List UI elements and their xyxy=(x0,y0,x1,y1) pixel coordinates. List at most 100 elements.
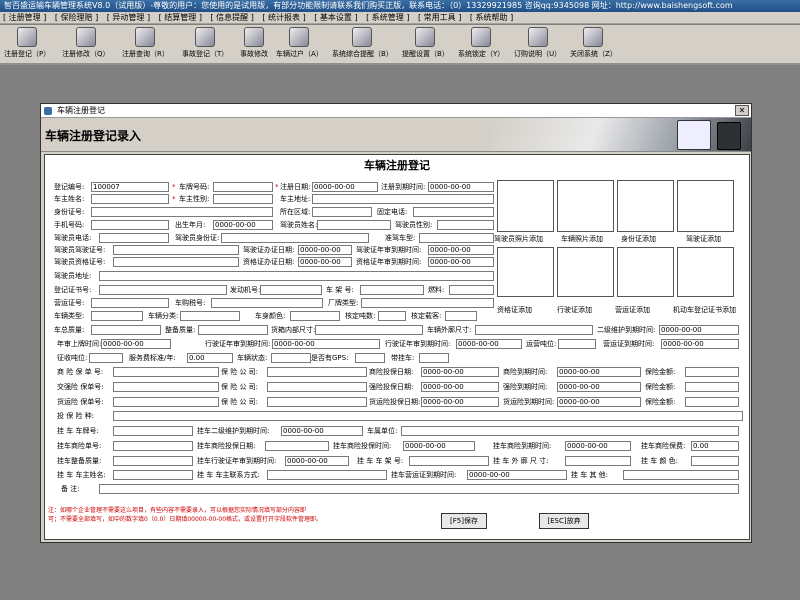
driving-license-photo-box[interactable] xyxy=(557,247,614,297)
edit-button[interactable]: 注册修改（Q） xyxy=(62,27,110,59)
tra-ins-input[interactable] xyxy=(113,382,219,392)
tr-com-input[interactable] xyxy=(113,441,193,451)
menu-report[interactable]: [ 统计报表 ] xyxy=(259,12,308,23)
drive-type-input[interactable] xyxy=(419,233,494,243)
driver-sex-input[interactable] xyxy=(437,220,494,230)
seats-input[interactable] xyxy=(445,311,477,321)
lock-button[interactable]: 系统锁定（Y） xyxy=(458,27,504,59)
phone-input[interactable] xyxy=(413,207,494,217)
plate-no-input[interactable] xyxy=(213,182,273,192)
order-button[interactable]: 订购说明（U） xyxy=(514,27,561,59)
reg-cert-photo-box[interactable] xyxy=(677,247,734,297)
frame-input[interactable] xyxy=(360,285,424,295)
transfer-button[interactable]: 车辆过户（A） xyxy=(276,27,323,59)
reg-expire-input[interactable]: 0000-00-00 xyxy=(428,182,494,192)
qual-add-link[interactable]: 资格证添加 xyxy=(497,306,532,315)
tr-color-input[interactable] xyxy=(691,456,739,466)
op-cert-photo-box[interactable] xyxy=(617,247,674,297)
tr-com-end-input[interactable]: 0000-00-00 xyxy=(565,441,631,451)
driver-name-input[interactable] xyxy=(317,220,391,230)
reg-cert-input[interactable] xyxy=(99,285,227,295)
settings-button[interactable]: 提醒设置（B） xyxy=(402,27,449,59)
menu-basic-settings[interactable]: [ 基本设置 ] xyxy=(311,12,360,23)
tonnage-input[interactable] xyxy=(378,311,406,321)
driving-license-add-link[interactable]: 行驶证添加 xyxy=(557,306,592,315)
tra-start-input[interactable]: 0000-00-00 xyxy=(421,382,499,392)
tr-plate-input[interactable] xyxy=(113,426,193,436)
status-input[interactable] xyxy=(271,353,311,363)
register-button[interactable]: 注册登记（P） xyxy=(4,27,50,59)
purchase-tax-input[interactable] xyxy=(211,298,323,308)
id-card-photo-box[interactable] xyxy=(617,180,674,232)
maint2-input[interactable]: 0000-00-00 xyxy=(659,325,739,335)
op-review-input[interactable]: 0000-00-00 xyxy=(272,339,380,349)
tr-com-start-input[interactable]: 0000-00-00 xyxy=(403,441,475,451)
driver-phone-input[interactable] xyxy=(99,233,169,243)
op-cert-input[interactable] xyxy=(91,298,169,308)
owner-sex-input[interactable] xyxy=(213,194,273,204)
menu-register[interactable]: [ 注册管理 ] xyxy=(0,12,49,23)
tr-op-expire-input[interactable]: 0000-00-00 xyxy=(467,470,567,480)
box-size-input[interactable] xyxy=(315,325,423,335)
fuel-input[interactable] xyxy=(449,285,494,295)
color-input[interactable] xyxy=(290,311,340,321)
birth-input[interactable]: 0000-00-00 xyxy=(213,220,273,230)
insurer2-input[interactable] xyxy=(267,382,367,392)
com-end-input[interactable]: 0000-00-00 xyxy=(557,367,641,377)
close-icon[interactable]: ✕ xyxy=(735,105,749,116)
op-review2-input[interactable]: 0000-00-00 xyxy=(456,339,522,349)
tra-end-input[interactable]: 0000-00-00 xyxy=(557,382,641,392)
tr-premium-input[interactable]: 0.00 xyxy=(691,441,739,451)
vehicle-type-input[interactable] xyxy=(91,311,143,321)
tr-owner-input[interactable] xyxy=(113,470,193,480)
transport-input[interactable] xyxy=(558,339,596,349)
reg-date-input[interactable]: 0000-00-00 xyxy=(312,182,378,192)
menu-tools[interactable]: [ 常用工具 ] xyxy=(415,12,464,23)
ins-type-select[interactable] xyxy=(113,411,743,421)
menu-insurance[interactable]: [ 保险理赔 ] xyxy=(52,12,101,23)
menu-system[interactable]: [ 系统管理 ] xyxy=(363,12,412,23)
close-system-button[interactable]: 关闭系统（Z） xyxy=(570,27,617,59)
insurer3-input[interactable] xyxy=(267,397,367,407)
reg-cert-add-link[interactable]: 机动车登记证书添加 xyxy=(673,306,736,315)
tr-review-input[interactable]: 0000-00-00 xyxy=(285,456,349,466)
save-button[interactable]: [F5]保存 xyxy=(441,513,487,529)
menu-help[interactable]: [ 系统帮助 ] xyxy=(467,12,516,23)
fee-std-input[interactable]: 0.00 xyxy=(187,353,233,363)
driver-id-input[interactable] xyxy=(221,233,369,243)
license-photo-box[interactable] xyxy=(677,180,734,232)
engine-input[interactable] xyxy=(260,285,322,295)
id-card-add-link[interactable]: 身份证添加 xyxy=(621,235,656,244)
mobile-input[interactable] xyxy=(91,220,169,230)
tr-other-input[interactable] xyxy=(623,470,739,480)
gps-input[interactable] xyxy=(355,353,385,363)
accident-edit-button[interactable]: 事故修改 xyxy=(240,27,268,59)
cancel-button[interactable]: [ESC]放弃 xyxy=(539,513,589,529)
license-review-input[interactable]: 0000-00-00 xyxy=(428,245,494,255)
license-add-link[interactable]: 驾驶证添加 xyxy=(686,235,721,244)
alert-button[interactable]: 系统综合提醒（B） xyxy=(332,27,393,59)
premium2-input[interactable] xyxy=(685,382,739,392)
cargo-end-input[interactable]: 0000-00-00 xyxy=(557,397,641,407)
menu-reminder[interactable]: [ 信息提醒 ] xyxy=(208,12,257,23)
tr-insdate-input[interactable] xyxy=(265,441,329,451)
cargo-ins-input[interactable] xyxy=(113,397,219,407)
cargo-start-input[interactable]: 0000-00-00 xyxy=(421,397,499,407)
qual-review-input[interactable]: 0000-00-00 xyxy=(428,257,494,267)
vehicle-photo-add-link[interactable]: 车辆照片添加 xyxy=(561,235,603,244)
driver-addr-input[interactable] xyxy=(99,271,494,281)
qual-no-input[interactable] xyxy=(113,257,239,267)
vehicle-class-input[interactable] xyxy=(180,311,240,321)
com-ins-input[interactable] xyxy=(113,367,219,377)
license-date-input[interactable]: 0000-00-00 xyxy=(298,245,352,255)
fee-input[interactable] xyxy=(89,353,123,363)
qual-photo-box[interactable] xyxy=(497,247,554,297)
reg-no-input[interactable]: 100007 xyxy=(91,182,169,192)
tr-unit-input[interactable] xyxy=(401,426,739,436)
tr-size-input[interactable] xyxy=(565,456,631,466)
driver-photo-box[interactable] xyxy=(497,180,554,232)
vehicle-photo-box[interactable] xyxy=(557,180,614,232)
curb-mass-input[interactable] xyxy=(198,325,268,335)
menu-settlement[interactable]: [ 结算管理 ] xyxy=(156,12,205,23)
factory-type-input[interactable] xyxy=(361,298,494,308)
